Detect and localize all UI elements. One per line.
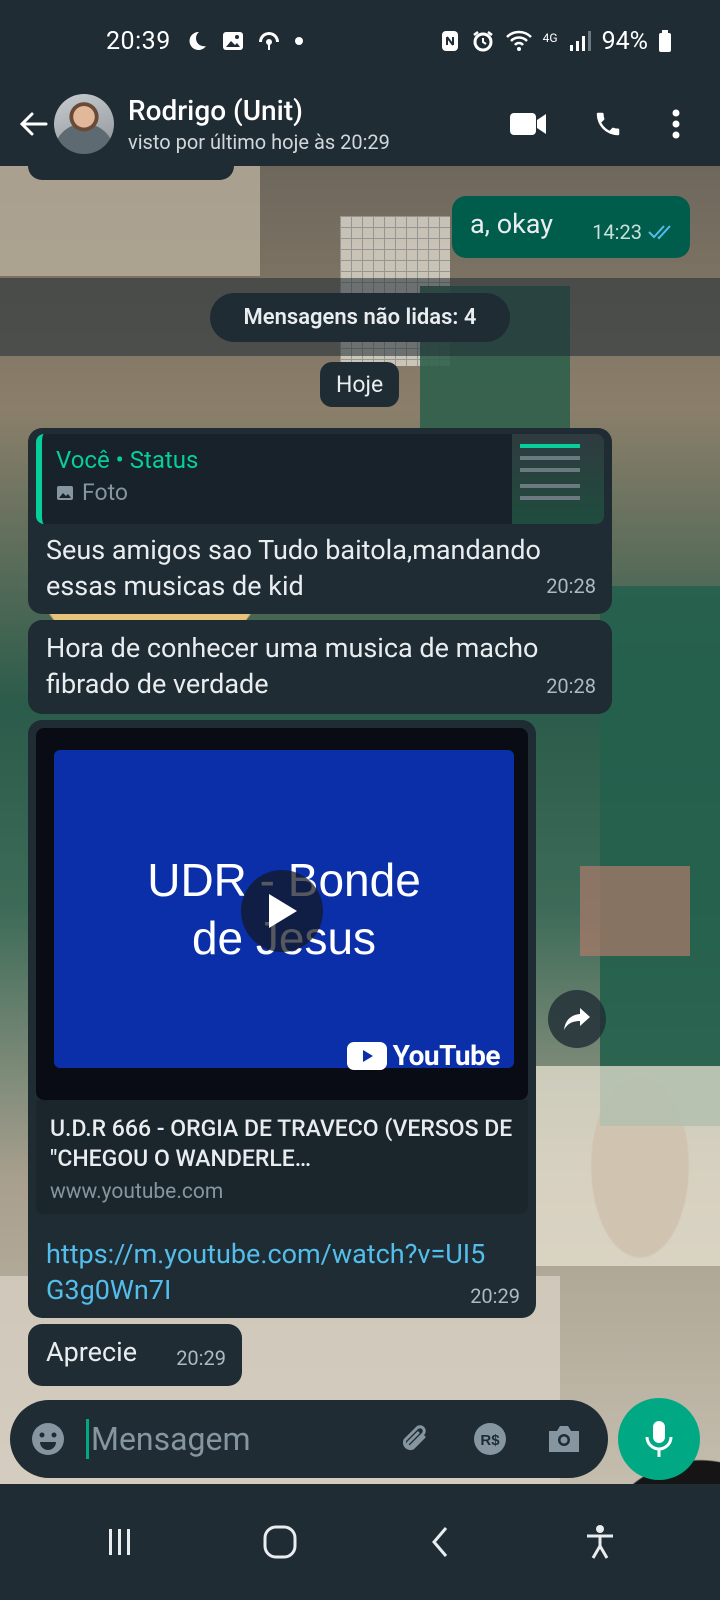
- accessibility-icon: [587, 1525, 613, 1559]
- unread-divider: Mensagens não lidas: 4: [0, 278, 720, 356]
- accessibility-button[interactable]: [560, 1502, 640, 1582]
- reply-message[interactable]: Você • Status Foto Seus amigos sao Tudo …: [28, 428, 612, 614]
- incoming-message[interactable]: Hora de conhecer uma musica de macho fib…: [28, 620, 612, 714]
- home-icon: [263, 1525, 297, 1559]
- voice-message-button[interactable]: [618, 1398, 700, 1480]
- video-call-button[interactable]: [488, 94, 568, 154]
- last-seen-text: visto por último hoje às 20:29: [128, 130, 390, 154]
- play-button[interactable]: [241, 870, 323, 952]
- contact-avatar[interactable]: [54, 94, 114, 154]
- microphone-icon: [645, 1421, 673, 1457]
- play-icon: [269, 894, 297, 928]
- message-time: 20:28: [546, 574, 596, 598]
- battery-icon: [659, 30, 671, 52]
- photo-icon: [57, 486, 73, 500]
- emoji-button[interactable]: [24, 1415, 72, 1463]
- status-time: 20:39: [106, 26, 171, 56]
- outgoing-message[interactable]: a, okay 14:23: [452, 196, 690, 258]
- gallery-icon: [222, 32, 243, 50]
- battery-percent: 94%: [601, 26, 648, 56]
- signal-icon: [569, 31, 591, 51]
- hotspot-icon: [258, 32, 279, 50]
- wallpaper-paper: [0, 166, 260, 276]
- status-bar: 20:39 4G 94%: [0, 0, 720, 82]
- message-composer: Mensagem R$: [10, 1400, 608, 1478]
- incoming-message[interactable]: Aprecie 20:29: [28, 1324, 242, 1386]
- wallpaper-green: [600, 586, 720, 1126]
- link-info[interactable]: U.D.R 666 - ORGIA DE TRAVECO (VERSOS DE …: [36, 1100, 528, 1214]
- recent-apps-button[interactable]: [80, 1502, 160, 1582]
- network-type: 4G: [542, 30, 558, 45]
- double-check-icon: [648, 225, 671, 240]
- contact-name: Rodrigo (Unit): [128, 94, 303, 127]
- currency-real-icon: R$: [474, 1423, 506, 1455]
- voice-call-button[interactable]: [568, 94, 648, 154]
- quote-subtitle: Foto: [82, 479, 129, 506]
- wifi-icon: [505, 30, 532, 51]
- contact-info[interactable]: Rodrigo (Unit) visto por último hoje às …: [128, 93, 488, 155]
- status-thumbnail: [512, 434, 604, 524]
- chevron-left-icon: [432, 1527, 448, 1557]
- more-vertical-icon: [672, 109, 680, 139]
- message-text: Hora de conhecer uma musica de macho fib…: [46, 632, 539, 700]
- system-back-button[interactable]: [400, 1502, 480, 1582]
- message-text: Aprecie: [46, 1336, 138, 1368]
- link-domain: www.youtube.com: [50, 1180, 224, 1204]
- youtube-wordmark: YouTube: [392, 1039, 501, 1072]
- message-text: a, okay: [470, 208, 554, 240]
- message-input[interactable]: Mensagem: [86, 1419, 392, 1459]
- youtube-logo: YouTube: [346, 1039, 501, 1072]
- dot-icon: [294, 37, 303, 45]
- link-preview-message[interactable]: UDR - Bonde de Jesus YouTube U.D.R 666 -…: [28, 720, 536, 1318]
- arrow-left-icon: [19, 112, 48, 136]
- moon-icon: [189, 31, 206, 50]
- video-thumbnail[interactable]: UDR - Bonde de Jesus YouTube: [36, 728, 528, 1100]
- unread-count-label: Mensagens não lidas: 4: [209, 292, 511, 342]
- wallpaper-text-paper: [520, 1066, 720, 1266]
- quote-title: Você • Status: [56, 446, 199, 474]
- youtube-play-icon: [346, 1041, 387, 1070]
- phone-icon: [596, 112, 620, 136]
- paperclip-icon: [402, 1425, 426, 1451]
- message-time: 14:23: [164, 166, 214, 176]
- message-time: 14:23: [592, 220, 642, 244]
- more-options-button[interactable]: [648, 94, 704, 154]
- chat-header: Rodrigo (Unit) visto por último hoje às …: [0, 82, 720, 166]
- date-chip: Hoje: [320, 362, 400, 407]
- chat-area[interactable]: 14:23 a, okay 14:23 Mensagens não lidas:…: [0, 166, 720, 1516]
- system-nav-bar: [0, 1484, 720, 1600]
- partial-message-bubble[interactable]: 14:23: [28, 166, 234, 180]
- video-camera-icon: [510, 113, 546, 135]
- message-time: 20:29: [470, 1284, 520, 1308]
- alarm-icon: [472, 31, 493, 52]
- recents-icon: [109, 1529, 130, 1555]
- nfc-icon: [441, 31, 458, 51]
- forward-button[interactable]: [548, 990, 606, 1048]
- camera-icon: [549, 1426, 579, 1452]
- message-text: Seus amigos sao Tudo baitola,mandando es…: [46, 534, 541, 602]
- wallpaper-brown: [580, 866, 690, 956]
- attach-button[interactable]: [392, 1415, 440, 1463]
- home-button[interactable]: [240, 1502, 320, 1582]
- payment-button[interactable]: R$: [466, 1415, 514, 1463]
- quoted-status[interactable]: Você • Status Foto: [36, 434, 604, 524]
- share-arrow-icon: [564, 1008, 590, 1030]
- svg-text:R$: R$: [480, 1432, 500, 1449]
- link-title: U.D.R 666 - ORGIA DE TRAVECO (VERSOS DE …: [50, 1115, 513, 1172]
- link-url[interactable]: https://m.youtube.com/watch?v=UI5G3g0Wn7…: [36, 1214, 496, 1308]
- camera-button[interactable]: [540, 1415, 588, 1463]
- message-time: 20:28: [546, 674, 596, 698]
- message-time: 20:29: [176, 1346, 226, 1370]
- emoji-icon: [32, 1423, 64, 1455]
